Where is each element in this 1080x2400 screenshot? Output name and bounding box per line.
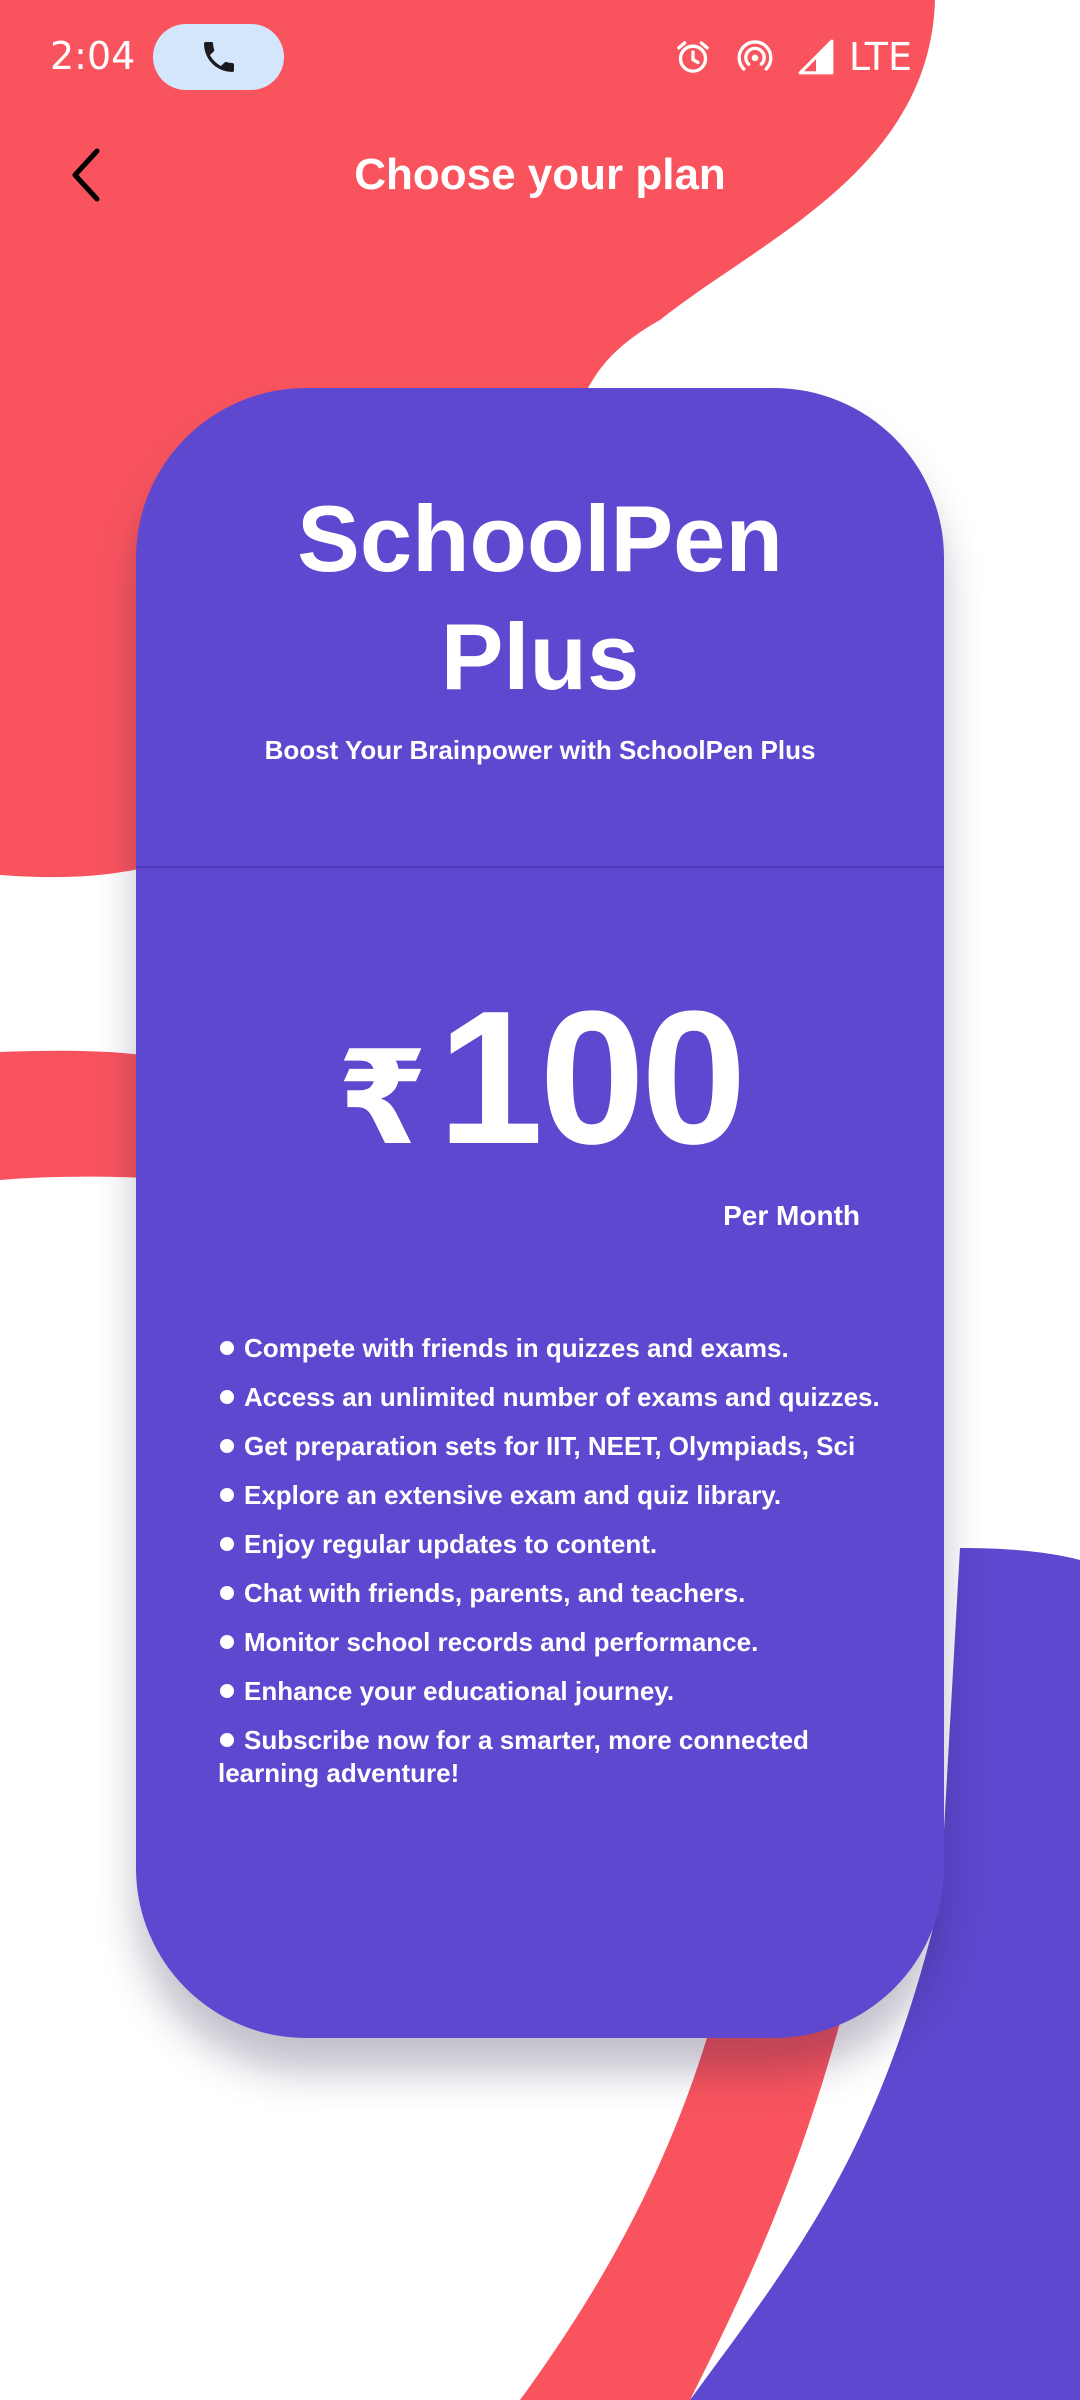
feature-item: Compete with friends in quizzes and exam…	[218, 1332, 908, 1365]
feature-text: Explore an extensive exam and quiz libra…	[244, 1480, 782, 1510]
plan-divider	[136, 866, 944, 868]
feature-item: Chat with friends, parents, and teachers…	[218, 1577, 908, 1610]
feature-text: Compete with friends in quizzes and exam…	[244, 1333, 789, 1363]
status-icons: LTE	[673, 32, 912, 82]
currency-symbol: ₹	[337, 1025, 428, 1171]
bullet-icon	[220, 1635, 234, 1650]
phone-icon	[203, 42, 234, 72]
alarm-icon	[676, 41, 709, 73]
signal-icon	[798, 39, 834, 75]
plan-name: SchoolPen Plus	[136, 480, 944, 716]
plan-name-line1: SchoolPen	[297, 486, 783, 591]
plan-price: ₹100	[136, 983, 944, 1229]
feature-item: Enhance your educational journey.	[218, 1675, 908, 1708]
feature-text: Enhance your educational journey.	[244, 1676, 675, 1706]
page-title: Choose your plan	[354, 150, 726, 199]
bullet-icon	[220, 1488, 234, 1503]
hotspot-icon	[737, 40, 773, 71]
feature-text: Chat with friends, parents, and teachers…	[244, 1578, 746, 1608]
feature-item: Get preparation sets for IIT, NEET, Olym…	[218, 1430, 908, 1463]
app-header: Choose your plan	[0, 120, 1080, 230]
bullet-icon	[220, 1733, 234, 1748]
feature-text: Enjoy regular updates to content.	[244, 1529, 658, 1559]
feature-item: Access an unlimited number of exams and …	[218, 1381, 908, 1414]
status-bar: 2:04 LTE	[0, 0, 1080, 110]
feature-text: Subscribe now for a smarter, more connec…	[218, 1725, 809, 1788]
feature-text: Access an unlimited number of exams and …	[244, 1382, 880, 1412]
bullet-icon	[220, 1684, 234, 1699]
bullet-icon	[220, 1341, 234, 1356]
feature-item: Enjoy regular updates to content.	[218, 1528, 908, 1561]
billing-period: Per Month	[723, 1200, 860, 1231]
bullet-icon	[220, 1390, 234, 1405]
feature-text: Get preparation sets for IIT, NEET, Olym…	[244, 1431, 856, 1461]
bullet-icon	[220, 1586, 234, 1601]
feature-item: Explore an extensive exam and quiz libra…	[218, 1479, 908, 1512]
status-time: 2:04	[50, 34, 136, 78]
bullet-icon	[220, 1537, 234, 1552]
coral-band-left	[0, 1050, 150, 1180]
feature-list: Compete with friends in quizzes and exam…	[218, 1332, 908, 1806]
ongoing-call-chip[interactable]	[153, 24, 284, 90]
bullet-icon	[220, 1439, 234, 1454]
plan-tagline: Boost Your Brainpower with SchoolPen Plu…	[264, 735, 816, 765]
feature-item: Monitor school records and performance.	[218, 1626, 908, 1659]
network-type: LTE	[848, 35, 912, 79]
plan-card[interactable]: SchoolPen Plus Boost Your Brainpower wit…	[136, 388, 944, 2038]
price-amount: 100	[437, 972, 747, 1184]
plan-name-line2: Plus	[440, 604, 640, 709]
feature-text: Monitor school records and performance.	[244, 1627, 759, 1657]
feature-item: Subscribe now for a smarter, more connec…	[218, 1724, 908, 1790]
